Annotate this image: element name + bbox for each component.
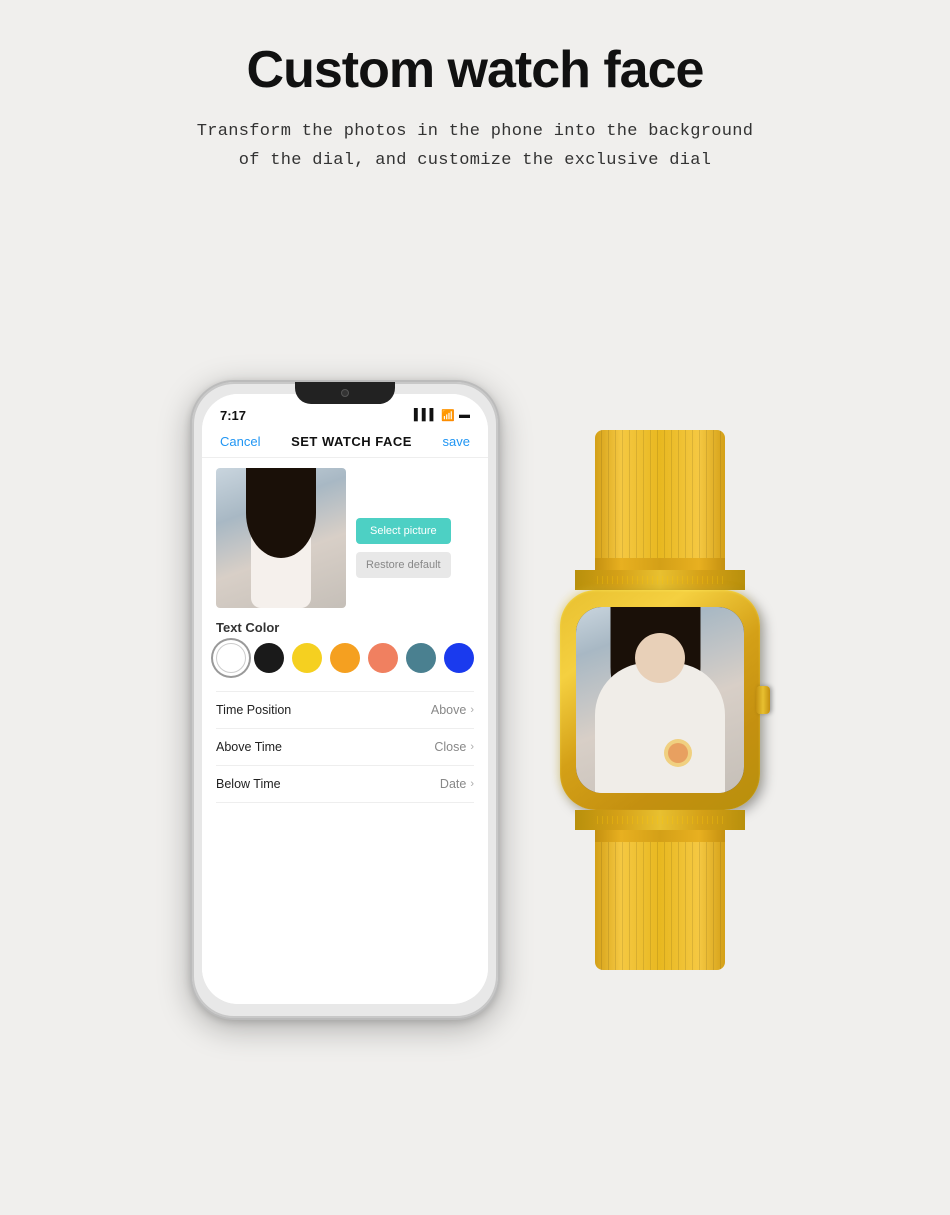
time-position-value: Above › <box>431 703 474 717</box>
phone-notch <box>295 382 395 404</box>
color-dot-white[interactable] <box>216 643 246 673</box>
above-time-value: Close › <box>434 740 474 754</box>
chevron-right-icon: › <box>470 704 474 716</box>
status-icons: ▌▌▌ 📶 ▬ <box>414 409 470 422</box>
color-dots-row <box>216 643 474 673</box>
wifi-icon: 📶 <box>441 409 455 422</box>
below-time-label: Below Time <box>216 777 281 791</box>
watch-screen-image <box>576 607 744 793</box>
phone-shell: 7:17 ▌▌▌ 📶 ▬ Cancel SET WATCH FACE save <box>190 380 500 1020</box>
watch-screen <box>576 607 744 793</box>
watch-band-bottom <box>595 830 725 970</box>
color-dot-blue[interactable] <box>444 643 474 673</box>
color-dot-teal[interactable] <box>406 643 436 673</box>
color-dot-salmon[interactable] <box>368 643 398 673</box>
setting-row-time-position[interactable]: Time Position Above › <box>216 692 474 729</box>
below-time-value: Date › <box>440 777 474 791</box>
hair-overlay <box>246 468 316 558</box>
watch-band-top <box>595 430 725 570</box>
nav-bar: Cancel SET WATCH FACE save <box>202 430 488 458</box>
text-color-section: Text Color <box>216 620 474 691</box>
cancel-label[interactable]: Cancel <box>220 434 260 449</box>
page-title: Custom watch face <box>247 40 704 100</box>
color-dot-orange[interactable] <box>330 643 360 673</box>
photo-thumbnail <box>216 468 346 608</box>
watch-body <box>560 590 760 810</box>
chevron-right-icon-2: › <box>470 741 474 753</box>
time-position-label: Time Position <box>216 703 291 717</box>
watch-crown <box>756 686 770 714</box>
text-color-label: Text Color <box>216 620 474 635</box>
page-container: Custom watch face Transform the photos i… <box>0 0 950 1215</box>
save-label[interactable]: save <box>443 434 470 449</box>
restore-default-button[interactable]: Restore default <box>356 552 451 578</box>
setting-row-above-time[interactable]: Above Time Close › <box>216 729 474 766</box>
color-dot-black[interactable] <box>254 643 284 673</box>
chevron-right-icon-3: › <box>470 778 474 790</box>
devices-row: 7:17 ▌▌▌ 📶 ▬ Cancel SET WATCH FACE save <box>190 216 760 1185</box>
settings-rows: Time Position Above › Above Time Close › <box>216 691 474 803</box>
page-subtitle: Transform the photos in the phone into t… <box>197 118 754 176</box>
status-time: 7:17 <box>220 408 246 423</box>
signal-icon: ▌▌▌ <box>414 409 437 421</box>
watch-container <box>560 430 760 970</box>
select-picture-button[interactable]: Select picture <box>356 518 451 544</box>
phone-content: Select picture Restore default Text Colo… <box>202 458 488 1004</box>
phone-screen: 7:17 ▌▌▌ 📶 ▬ Cancel SET WATCH FACE save <box>202 394 488 1004</box>
band-connector-bottom <box>575 810 745 830</box>
screen-title: SET WATCH FACE <box>291 434 412 449</box>
above-time-label: Above Time <box>216 740 282 754</box>
watch-person-body <box>595 663 725 793</box>
buttons-column: Select picture Restore default <box>356 468 451 608</box>
front-camera-icon <box>341 389 349 397</box>
color-dot-yellow[interactable] <box>292 643 322 673</box>
setting-row-below-time[interactable]: Below Time Date › <box>216 766 474 803</box>
photo-preview-area: Select picture Restore default <box>216 468 474 608</box>
band-connector-top <box>575 570 745 590</box>
battery-icon: ▬ <box>459 409 470 421</box>
